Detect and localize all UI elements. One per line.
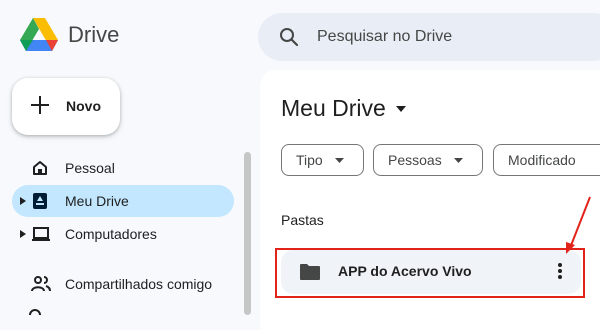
- sidebar-item-label: Computadores: [65, 226, 157, 242]
- sidebar-item-pessoal[interactable]: Pessoal: [12, 152, 234, 184]
- page-title[interactable]: Meu Drive: [281, 95, 406, 122]
- drive-logo[interactable]: Drive: [20, 18, 119, 52]
- section-heading-folders: Pastas: [281, 212, 324, 228]
- page-title-text: Meu Drive: [281, 95, 386, 121]
- filter-chip-pessoas[interactable]: Pessoas: [373, 144, 483, 176]
- folder-item[interactable]: APP do Acervo Vivo: [281, 250, 581, 294]
- partial-sidebar-icon: [29, 309, 41, 315]
- search-input[interactable]: Pesquisar no Drive: [317, 28, 452, 46]
- chevron-down-icon: [453, 157, 463, 163]
- more-options-icon[interactable]: [557, 261, 563, 281]
- filter-chip-modificado[interactable]: Modificado: [493, 144, 600, 176]
- sidebar-item-computadores[interactable]: Computadores: [12, 218, 234, 250]
- my-drive-icon: [33, 193, 47, 209]
- dropdown-arrow-icon[interactable]: [395, 105, 406, 112]
- new-button[interactable]: Novo: [12, 78, 120, 135]
- search-icon[interactable]: [279, 27, 299, 47]
- chevron-down-icon: [334, 157, 344, 163]
- folder-icon: [300, 264, 320, 280]
- sidebar-item-compartilhados[interactable]: Compartilhados comigo: [12, 268, 234, 300]
- new-button-label: Novo: [66, 98, 101, 114]
- expand-arrow-icon[interactable]: [20, 197, 26, 205]
- sidebar-item-meu-drive[interactable]: Meu Drive: [12, 185, 234, 217]
- filter-chip-label: Pessoas: [388, 152, 442, 168]
- sidebar-scrollbar[interactable]: [244, 152, 251, 315]
- drive-logo-icon: [20, 18, 58, 51]
- computer-icon: [32, 227, 50, 241]
- sidebar-item-label: Pessoal: [65, 160, 115, 176]
- plus-icon: [31, 96, 49, 114]
- sidebar-item-label: Meu Drive: [65, 193, 129, 209]
- app-name: Drive: [68, 22, 120, 47]
- expand-arrow-icon[interactable]: [20, 230, 26, 238]
- search-bar[interactable]: Pesquisar no Drive: [258, 13, 600, 61]
- filter-chip-label: Tipo: [296, 152, 323, 168]
- home-icon: [33, 161, 47, 175]
- filter-chip-label: Modificado: [508, 152, 576, 168]
- filter-chip-tipo[interactable]: Tipo: [281, 144, 364, 176]
- sidebar-item-label: Compartilhados comigo: [65, 276, 213, 292]
- folder-name: APP do Acervo Vivo: [338, 263, 472, 279]
- shared-people-icon: [31, 276, 51, 292]
